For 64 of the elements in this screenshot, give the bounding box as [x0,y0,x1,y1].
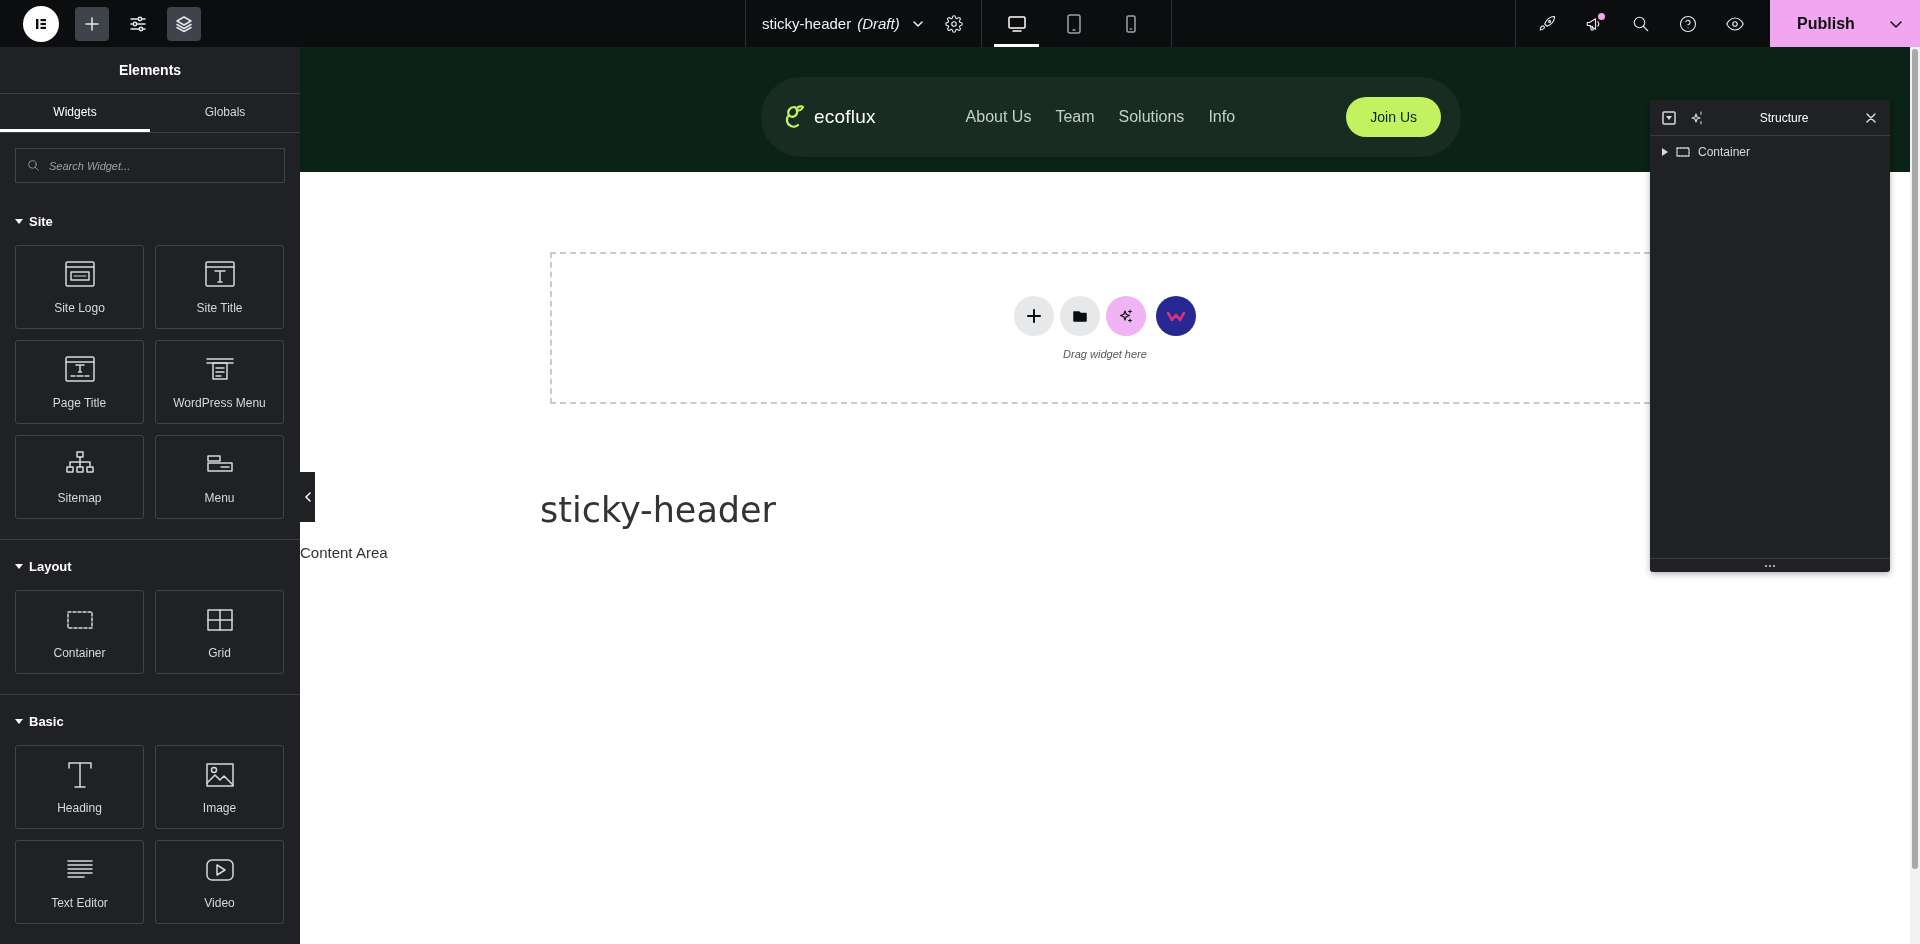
close-icon [1866,112,1876,123]
caret-icon [15,217,23,225]
container-icon [1676,147,1690,157]
widget-tile[interactable]: Sitemap [15,435,144,519]
widget-tile[interactable]: Menu [155,435,284,519]
eye-icon [1726,14,1744,33]
collapse-panel-button[interactable] [300,472,315,522]
category-header[interactable]: Basic [15,695,64,745]
add-section-button[interactable] [1014,296,1054,336]
panel-tab[interactable]: Widgets [0,94,150,132]
nav-link[interactable]: Solutions [1118,107,1185,126]
plus-icon [84,15,100,32]
search-icon [27,159,40,172]
ai-button[interactable] [1106,296,1146,336]
widget-tile[interactable]: WordPress Menu [155,340,284,424]
add-button[interactable] [75,6,109,41]
panel-tab[interactable]: Globals [150,94,300,132]
widget-tile[interactable]: Grid [155,590,284,674]
content-text: Content Area [300,544,389,561]
rocket-icon [1538,14,1556,33]
scrollbar-thumb[interactable] [1912,49,1918,869]
drop-hint: Drag widget here [1063,348,1147,360]
caret-icon [15,717,23,725]
join-button[interactable]: Join Us [1346,96,1441,137]
folder-icon [1073,309,1087,323]
category-header[interactable]: Layout [15,540,72,590]
template-library-button[interactable] [1060,296,1100,336]
leaf-icon [783,102,805,131]
settings-icon [945,14,964,33]
site-logo[interactable]: ecoflux [814,105,876,128]
tree-item[interactable]: Container [1662,142,1878,162]
widget-tile[interactable]: Page Title [15,340,144,424]
scrollbar[interactable] [1910,47,1920,944]
dropdown-button[interactable] [1660,108,1678,127]
layers-icon [175,14,193,33]
widget-tile[interactable]: Site Logo [15,245,144,329]
chevron-left-icon [303,492,312,502]
widget-tile[interactable]: Text Editor [15,840,144,924]
sliders-icon [129,14,147,33]
panel-title: Structure [1758,110,1810,125]
sparkle-icon [1690,110,1704,125]
widget-tile[interactable]: Site Title [155,245,284,329]
brand-icon [1167,310,1185,322]
page-heading: sticky-header [540,490,777,530]
caret-icon [15,562,23,570]
draft-status: (Draft) [857,15,900,32]
widget-tile[interactable]: Container [15,590,144,674]
search-icon [1632,14,1650,33]
nav-link[interactable]: About Us [965,107,1032,126]
widget-tile[interactable]: Image [155,745,284,829]
nav-link[interactable]: Team [1055,107,1095,126]
sparkle-icon [1119,309,1133,323]
help-icon [1679,14,1697,33]
document-title[interactable]: sticky-header (Draft) [762,15,924,32]
widget-tile[interactable]: Heading [15,745,144,829]
kit-button[interactable] [1156,296,1196,336]
widget-tile[interactable]: Video [155,840,284,924]
more-icon [1764,563,1776,568]
layers-button[interactable] [167,6,201,41]
nav-link[interactable]: Info [1208,107,1236,126]
plus-icon [1027,309,1041,323]
search-field[interactable]: Search Widget... [15,148,285,183]
dropdown-icon [1662,110,1676,125]
category-header[interactable]: Site [15,195,53,245]
